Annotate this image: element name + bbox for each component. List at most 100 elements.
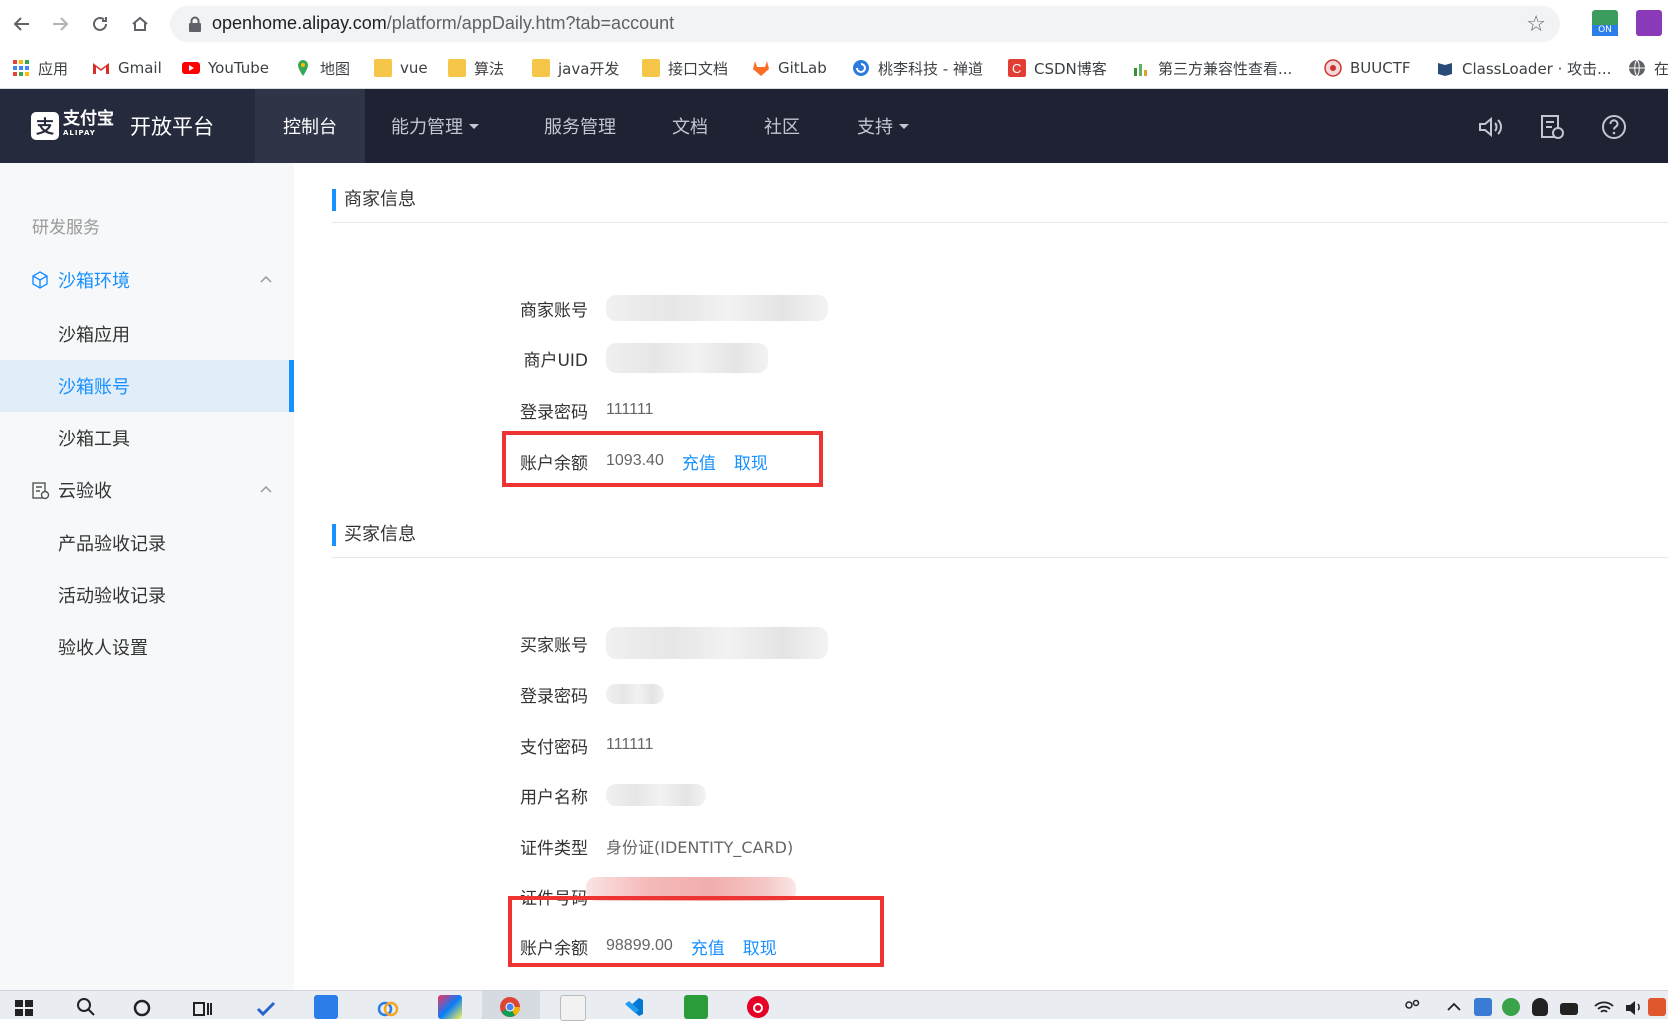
sidebar: 研发服务 沙箱环境 沙箱应用 沙箱账号 沙箱工具 云验收 产品验收记录 活动验收…	[0, 163, 294, 990]
bookmark-label: 桃李科技 - 禅道	[878, 59, 983, 78]
globe-icon	[1629, 59, 1645, 77]
speaker-icon[interactable]	[1476, 113, 1504, 141]
buyer-section-title: 买家信息	[332, 524, 416, 546]
address-bar[interactable]: openhome.alipay.com/platform/appDaily.ht…	[170, 6, 1560, 42]
sidebar-group-sandbox[interactable]: 沙箱环境	[0, 255, 294, 305]
bookmark-algorithm[interactable]: 算法	[448, 56, 504, 80]
bookmark-gitlab[interactable]: GitLab	[752, 56, 827, 80]
bookmark-classloader[interactable]: ClassLoader · 攻击...	[1436, 56, 1611, 80]
bookmark-compat[interactable]: 第三方兼容性查看...	[1132, 56, 1292, 80]
windows-start-icon[interactable]	[12, 995, 36, 1019]
nav-label: 支持	[857, 117, 893, 138]
sidebar-item-product-acceptance[interactable]: 产品验收记录	[0, 517, 294, 569]
nav-label: 文档	[672, 117, 708, 138]
wifi-icon[interactable]	[1592, 995, 1616, 1019]
nav-console[interactable]: 控制台	[255, 89, 365, 163]
bookmark-youtube[interactable]: YouTube	[182, 56, 269, 80]
field-label: 登录密码	[520, 686, 588, 707]
task-list-icon[interactable]	[1538, 113, 1566, 141]
help-icon[interactable]	[1600, 113, 1628, 141]
tray-chevron-up-icon[interactable]	[1442, 995, 1466, 1019]
bookmarks-bar: 应用 Gmail YouTube 地图 vue 算法 java开发 接口文档 G…	[0, 48, 1668, 89]
chrome-icon[interactable]	[498, 995, 522, 1019]
sidebar-item-sandbox-account[interactable]: 沙箱账号	[0, 360, 294, 412]
task-view-icon[interactable]	[190, 995, 214, 1019]
bookmark-label: YouTube	[208, 59, 269, 77]
nav-label: 控制台	[283, 117, 337, 138]
field-value: 111111	[606, 736, 654, 753]
sidebar-item-activity-acceptance[interactable]: 活动验收记录	[0, 569, 294, 621]
nav-capability-management[interactable]: 能力管理	[375, 89, 495, 163]
extension-rp-icon[interactable]	[1636, 10, 1662, 36]
nav-label: 能力管理	[391, 117, 463, 138]
bookmark-buuctf[interactable]: BUUCTF	[1324, 56, 1411, 80]
nav-community[interactable]: 社区	[752, 89, 812, 163]
sidebar-item-sandbox-app[interactable]: 沙箱应用	[0, 308, 294, 360]
chevron-up-icon	[260, 485, 272, 493]
forward-arrow-icon[interactable]	[46, 10, 74, 38]
nav-service-management[interactable]: 服务管理	[530, 89, 630, 163]
nav-docs[interactable]: 文档	[660, 89, 720, 163]
bookmark-zentao[interactable]: 桃李科技 - 禅道	[852, 56, 983, 80]
buyer-account-row: 买家账号	[494, 627, 828, 659]
field-label: 支付密码	[520, 737, 588, 758]
tray-app-icon[interactable]	[1474, 998, 1492, 1016]
bookmark-gmail[interactable]: Gmail	[92, 56, 162, 80]
buyer-login-password-row: 登录密码	[494, 679, 664, 709]
people-icon[interactable]	[1400, 995, 1424, 1019]
home-icon[interactable]	[126, 10, 154, 38]
folder-icon	[374, 59, 392, 77]
bookmark-more[interactable]: 在	[1628, 56, 1668, 80]
hbuilder-icon[interactable]	[684, 995, 708, 1019]
gmail-icon	[93, 63, 109, 74]
bookmark-maps[interactable]: 地图	[294, 56, 350, 80]
search-icon[interactable]	[74, 995, 98, 1019]
netease-music-icon[interactable]	[746, 995, 770, 1019]
sidebar-item-acceptor-settings[interactable]: 验收人设置	[0, 621, 294, 673]
field-label: 登录密码	[520, 402, 588, 423]
bookmark-label: 接口文档	[668, 59, 729, 78]
reload-icon[interactable]	[86, 10, 114, 38]
back-arrow-icon[interactable]	[8, 10, 36, 38]
sidebar-item-sandbox-tools[interactable]: 沙箱工具	[0, 412, 294, 464]
sidebar-group-label: 云验收	[58, 481, 112, 502]
bookmark-label: 在	[1654, 59, 1668, 78]
nav-support[interactable]: 支持	[848, 89, 918, 163]
bookmark-star-icon[interactable]: ☆	[1526, 12, 1546, 37]
messaging-app-icon[interactable]	[314, 995, 338, 1019]
bookmark-label: GitLab	[778, 59, 827, 77]
gitlab-icon	[753, 61, 769, 76]
wechat-tray-icon[interactable]	[1502, 998, 1520, 1016]
redacted-value	[606, 684, 664, 704]
bookmark-vue[interactable]: vue	[374, 56, 428, 80]
sidebar-group-cloud-acceptance[interactable]: 云验收	[0, 465, 294, 515]
buyer-username-row: 用户名称	[494, 780, 706, 810]
todo-app-icon[interactable]	[254, 995, 278, 1019]
vscode-icon[interactable]	[622, 995, 646, 1019]
sidebar-group-label: 沙箱环境	[58, 271, 130, 292]
battery-icon[interactable]	[1560, 1003, 1578, 1015]
bookmark-apps[interactable]: 应用	[12, 56, 68, 80]
zentao-icon	[853, 60, 869, 76]
cortana-icon[interactable]	[130, 995, 154, 1019]
intellij-idea-icon[interactable]	[438, 995, 462, 1019]
ime-icon[interactable]	[1648, 998, 1666, 1016]
volume-icon[interactable]	[1622, 995, 1646, 1019]
merchant-password-row: 登录密码 111111	[494, 395, 653, 425]
extension-on-icon[interactable]: ON	[1592, 10, 1618, 36]
windows-taskbar	[0, 990, 1668, 1021]
qq-tray-icon[interactable]	[1532, 998, 1548, 1016]
bookmark-api-docs[interactable]: 接口文档	[642, 56, 728, 80]
field-label: 用户名称	[520, 787, 588, 808]
sidebar-item-label: 沙箱应用	[58, 325, 130, 346]
caret-down-icon	[899, 123, 909, 129]
typora-icon[interactable]	[560, 995, 586, 1021]
buuctf-icon	[1324, 59, 1342, 77]
alipay-logo[interactable]: 支 支付宝 ALIPAY 开放平台	[0, 89, 255, 163]
bookmark-csdn[interactable]: C CSDN博客	[1008, 56, 1107, 80]
buyer-pay-password-row: 支付密码 111111	[494, 730, 653, 760]
browser-app-icon[interactable]	[376, 995, 400, 1019]
logo-wordmark: 支付宝 ALIPAY	[63, 111, 114, 140]
bookmark-java[interactable]: java开发	[532, 56, 619, 80]
divider	[332, 557, 1668, 558]
